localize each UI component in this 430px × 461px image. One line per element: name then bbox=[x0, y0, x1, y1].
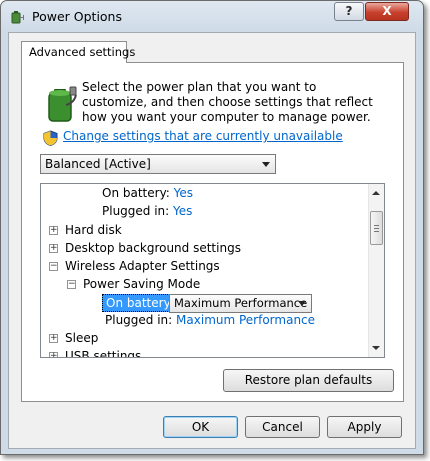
settings-tree-viewport: On battery: Yes Plugged in: Yes + Hard d… bbox=[41, 184, 368, 357]
advanced-settings-panel: Select the power plan that you want to c… bbox=[21, 62, 404, 402]
help-button[interactable]: ? bbox=[334, 2, 364, 21]
apply-button[interactable]: Apply bbox=[327, 416, 402, 438]
dialog-client-area: Advanced settings Select the power plan … bbox=[8, 32, 416, 449]
tab-advanced-settings[interactable]: Advanced settings bbox=[21, 41, 135, 63]
expand-icon[interactable]: + bbox=[49, 226, 58, 235]
restore-plan-defaults-button[interactable]: Restore plan defaults bbox=[223, 369, 394, 392]
chevron-down-icon bbox=[298, 301, 306, 306]
close-button[interactable]: X bbox=[365, 2, 409, 21]
change-settings-link[interactable]: Change settings that are currently unava… bbox=[63, 129, 343, 143]
cancel-button[interactable]: Cancel bbox=[245, 416, 320, 438]
tree-row-label: Sleep bbox=[65, 331, 99, 345]
battery-plug-icon bbox=[48, 86, 77, 122]
tree-row-power-saving-mode[interactable]: Power Saving Mode bbox=[83, 275, 200, 293]
tree-row-usb-settings[interactable]: USB settings bbox=[65, 347, 141, 357]
tree-row-label: On battery: bbox=[102, 186, 170, 200]
grip-line bbox=[374, 231, 379, 232]
grip-line bbox=[374, 228, 379, 229]
tree-row-label: Plugged in: bbox=[102, 204, 170, 218]
title-bar: Power Options ? X bbox=[1, 1, 423, 33]
power-saving-on-battery-value: Maximum Performance bbox=[174, 296, 308, 310]
power-options-window: Power Options ? X Advanced settings Sele… bbox=[0, 0, 424, 455]
tree-row-sleep[interactable]: Sleep bbox=[65, 329, 98, 347]
expand-icon[interactable]: + bbox=[49, 352, 58, 357]
collapse-icon[interactable]: − bbox=[49, 262, 58, 271]
tree-row-label: Desktop background settings bbox=[65, 241, 241, 255]
scroll-up-icon[interactable] bbox=[372, 191, 380, 195]
uac-shield-icon bbox=[43, 130, 58, 146]
chevron-down-icon bbox=[262, 162, 270, 167]
tree-row-label: Hard disk bbox=[65, 223, 122, 237]
tree-vertical-scrollbar[interactable] bbox=[368, 184, 384, 357]
settings-tree[interactable]: On battery: Yes Plugged in: Yes + Hard d… bbox=[40, 183, 385, 358]
tree-row-hard-disk[interactable]: Hard disk bbox=[65, 221, 122, 239]
tree-row-label: Power Saving Mode bbox=[83, 277, 201, 291]
window-title: Power Options bbox=[32, 9, 122, 24]
ok-button[interactable]: OK bbox=[163, 416, 238, 438]
tree-row-label-selected: On battery: bbox=[102, 294, 178, 312]
tree-row-label: Wireless Adapter Settings bbox=[65, 259, 220, 273]
tree-row-on-battery[interactable]: On battery: Yes bbox=[102, 184, 193, 202]
tree-row-desktop-background[interactable]: Desktop background settings bbox=[65, 239, 241, 257]
tree-row-plugged-in-power-saving[interactable]: Plugged in: Maximum Performance bbox=[105, 311, 315, 329]
power-plan-dropdown[interactable]: Balanced [Active] bbox=[40, 154, 276, 174]
scroll-down-icon[interactable] bbox=[372, 346, 380, 350]
tree-row-plugged-in[interactable]: Plugged in: Yes bbox=[102, 202, 192, 220]
expand-icon[interactable]: + bbox=[49, 244, 58, 253]
grip-line bbox=[374, 225, 379, 226]
tree-row-value[interactable]: Yes bbox=[174, 186, 193, 200]
tree-row-label: USB settings bbox=[65, 349, 142, 357]
power-options-app-icon bbox=[11, 11, 24, 24]
tree-row-wireless-adapter[interactable]: Wireless Adapter Settings bbox=[65, 257, 220, 275]
tree-row-value[interactable]: Yes bbox=[173, 204, 192, 218]
plan-description: Select the power plan that you want to c… bbox=[82, 80, 373, 124]
expand-icon[interactable]: + bbox=[49, 334, 58, 343]
power-plan-value: Balanced [Active] bbox=[45, 157, 151, 171]
collapse-icon[interactable]: − bbox=[67, 280, 76, 289]
scrollbar-thumb[interactable] bbox=[370, 211, 383, 245]
tree-row-value[interactable]: Maximum Performance bbox=[176, 313, 315, 327]
tree-row-label: Plugged in: bbox=[105, 313, 173, 327]
